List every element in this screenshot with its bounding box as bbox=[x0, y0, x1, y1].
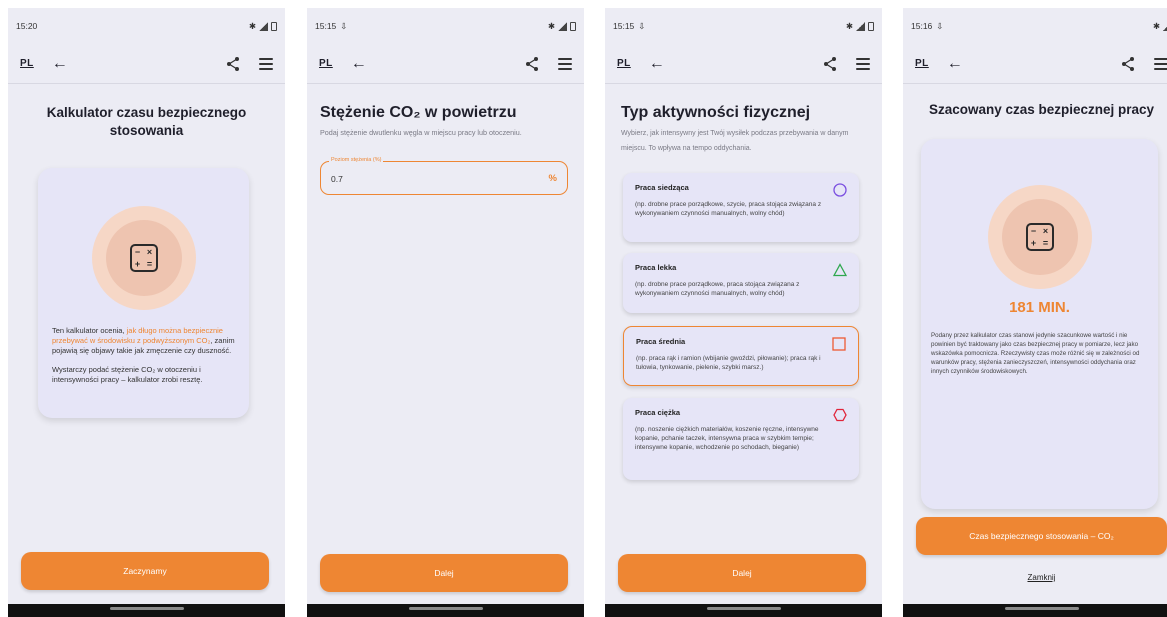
language-switch[interactable]: PL bbox=[617, 58, 631, 69]
square-icon bbox=[832, 337, 846, 351]
home-indicator[interactable] bbox=[408, 607, 483, 610]
home-indicator[interactable] bbox=[706, 607, 781, 610]
language-switch[interactable]: PL bbox=[915, 58, 929, 69]
status-time: 15:16 ⇩ bbox=[911, 20, 944, 32]
page-subtitle: Wybierz, jak intensywny jest Twój wysiłe… bbox=[621, 130, 849, 152]
calculator-badge: − × + = bbox=[987, 185, 1092, 289]
system-nav-bar bbox=[307, 604, 584, 617]
status-bar: 15:20 ✱ bbox=[8, 8, 285, 44]
page-title: Kalkulator czasu bezpiecznego stosowania bbox=[46, 105, 247, 138]
calculator-icon: − × + = bbox=[129, 244, 158, 272]
app-bar: PL ← bbox=[8, 44, 285, 84]
next-button[interactable]: Dalej bbox=[320, 554, 568, 592]
language-switch[interactable]: PL bbox=[319, 58, 333, 69]
result-disclaimer: Podany przez kalkulator czas stanowi jed… bbox=[931, 332, 1140, 375]
share-icon[interactable] bbox=[225, 56, 241, 72]
activity-option-sitting[interactable]: Praca siedząca (np. drobne prace porządk… bbox=[623, 173, 859, 242]
menu-icon[interactable] bbox=[259, 57, 273, 70]
share-icon[interactable] bbox=[1120, 56, 1136, 72]
activity-name: Praca średnia bbox=[636, 337, 686, 346]
status-bar: 15:15 ⇩ ✱ bbox=[307, 8, 584, 44]
close-link[interactable]: Zamknij bbox=[903, 573, 1167, 582]
activity-description: (np. noszenie ciężkich materiałów, kosze… bbox=[635, 426, 819, 451]
activity-name: Praca lekka bbox=[635, 263, 677, 272]
activity-description: (np. drobne prace porządkowe, szycie, pr… bbox=[635, 201, 822, 217]
next-button[interactable]: Dalej bbox=[618, 554, 866, 592]
calculator-icon: − × + = bbox=[1025, 223, 1054, 251]
activity-option-light[interactable]: Praca lekka (np. drobne prace porządkowe… bbox=[623, 253, 859, 313]
status-time: 15:20 bbox=[16, 21, 38, 31]
language-switch[interactable]: PL bbox=[20, 58, 34, 69]
result-value: 181 MIN. bbox=[1009, 299, 1070, 316]
status-time: 15:15 ⇩ bbox=[613, 20, 646, 32]
menu-icon[interactable] bbox=[558, 57, 572, 70]
status-time: 15:15 ⇩ bbox=[315, 20, 348, 32]
status-bar: 15:15 ⇩ ✱ bbox=[605, 8, 882, 44]
safe-time-co2-button[interactable]: Czas bezpiecznego stosowania – CO₂ bbox=[916, 517, 1167, 555]
activity-option-heavy[interactable]: Praca ciężka (np. noszenie ciężkich mate… bbox=[623, 398, 859, 480]
page-title: Stężenie CO₂ w powietrzu bbox=[320, 104, 517, 121]
calculator-badge: − × + = bbox=[91, 206, 196, 310]
back-arrow-icon[interactable]: ← bbox=[649, 55, 665, 72]
screen-activity: 15:15 ⇩ ✱ PL ← Typ aktywności fizycznej W… bbox=[605, 8, 882, 617]
back-arrow-icon[interactable]: ← bbox=[351, 55, 367, 72]
start-button[interactable]: Zaczynamy bbox=[21, 552, 269, 590]
activity-description: (np. praca rąk i ramion (wbijanie gwoźdz… bbox=[636, 355, 821, 371]
status-icons: ✱ bbox=[548, 21, 576, 32]
status-icons: ✱ bbox=[249, 21, 277, 32]
co2-level-field[interactable]: Poziom stężenia (%) % bbox=[320, 157, 568, 195]
system-nav-bar bbox=[8, 604, 285, 617]
intro-card: − × + = Ten kalkulator ocenia, jak długo mo… bbox=[38, 168, 249, 418]
screen-intro: 15:20 ✱ PL ← Kalkulator czasu bezpieczne… bbox=[8, 8, 285, 617]
intro-text-part: Ten kalkulator ocenia, bbox=[52, 326, 127, 335]
system-nav-bar bbox=[605, 604, 882, 617]
menu-icon[interactable] bbox=[1154, 57, 1167, 70]
share-icon[interactable] bbox=[822, 56, 838, 72]
share-icon[interactable] bbox=[524, 56, 540, 72]
screen-result: 15:16 ⇩ ✱ PL ← Szacowany czas bezpiecznej… bbox=[903, 8, 1167, 617]
status-icons: ✱ bbox=[1153, 21, 1167, 32]
activity-name: Praca siedząca bbox=[635, 183, 689, 192]
page-title: Szacowany czas bezpiecznej pracy bbox=[928, 102, 1155, 117]
screen-co2-input: 15:15 ⇩ ✱ PL ← Stężenie CO₂ w powietrzu P… bbox=[307, 8, 584, 617]
home-indicator[interactable] bbox=[109, 607, 184, 610]
activity-option-medium[interactable]: Praca średnia (np. praca rąk i ramion (w… bbox=[623, 326, 859, 386]
activity-description: (np. drobne prace porządkowe, praca stoj… bbox=[635, 281, 800, 297]
triangle-icon bbox=[833, 263, 847, 277]
unit-label: % bbox=[548, 173, 557, 184]
intro-text: Ten kalkulator ocenia, jak długo można b… bbox=[52, 326, 237, 394]
app-bar: PL ← bbox=[903, 44, 1167, 84]
status-bar: 15:16 ⇩ ✱ bbox=[903, 8, 1167, 44]
circle-icon bbox=[833, 183, 847, 197]
intro-second-paragraph: Wystarczy podać stężenie CO₂ w otoczeniu… bbox=[52, 365, 203, 384]
hexagon-icon bbox=[833, 408, 847, 422]
home-indicator[interactable] bbox=[1004, 607, 1079, 610]
result-card: − × + = 181 MIN. Podany przez kalkulator cz… bbox=[921, 139, 1158, 509]
page-subtitle: Podaj stężenie dwutlenku węgla w miejscu… bbox=[320, 128, 522, 137]
menu-icon[interactable] bbox=[856, 57, 870, 70]
field-label: Poziom stężenia (%) bbox=[329, 157, 384, 163]
page-title: Typ aktywności fizycznej bbox=[621, 104, 811, 121]
app-bar: PL ← bbox=[307, 44, 584, 84]
system-nav-bar bbox=[903, 604, 1167, 617]
back-arrow-icon[interactable]: ← bbox=[52, 55, 68, 72]
status-icons: ✱ bbox=[846, 21, 874, 32]
back-arrow-icon[interactable]: ← bbox=[947, 55, 963, 72]
activity-name: Praca ciężka bbox=[635, 408, 681, 417]
co2-level-input[interactable] bbox=[331, 174, 511, 184]
app-bar: PL ← bbox=[605, 44, 882, 84]
